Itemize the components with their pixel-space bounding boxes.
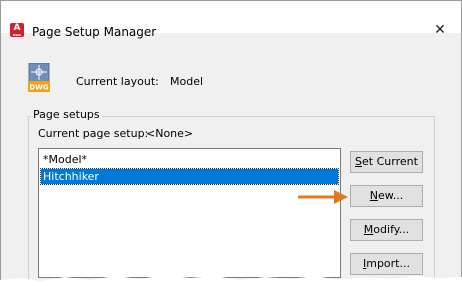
page-setups-list[interactable]: *Model* Hitchhiker: [38, 148, 341, 278]
dwg-icon-label: DWG: [29, 84, 49, 92]
app-icon-sub: DWG: [12, 33, 22, 37]
current-layout-label: Current layout:: [76, 75, 159, 88]
torn-edge: [0, 275, 462, 302]
new-mnemonic: N: [369, 189, 378, 202]
current-layout-value: Model: [170, 75, 204, 88]
dwg-file-icon: DWG: [28, 63, 50, 92]
autocad-app-icon: A DWG: [10, 23, 24, 37]
modify-label: odify...: [373, 223, 410, 236]
page-setups-group-label: Page setups: [31, 108, 102, 121]
set-current-label: et Current: [362, 155, 418, 168]
current-page-setup-label: Current page setup:: [38, 127, 149, 140]
modify-button[interactable]: Modify...: [350, 219, 423, 241]
app-icon-letter: A: [13, 23, 21, 33]
new-label: ew...: [377, 189, 404, 202]
arrow-pointer-icon: [298, 190, 348, 204]
set-current-button[interactable]: Set Current: [350, 151, 423, 173]
window-title: Page Setup Manager: [32, 25, 157, 39]
current-page-setup-value: <None>: [146, 127, 194, 140]
modify-mnemonic: M: [363, 223, 374, 236]
set-current-mnemonic: S: [355, 155, 363, 168]
list-item[interactable]: *Model*: [41, 152, 338, 167]
close-icon[interactable]: ✕: [426, 18, 454, 42]
new-button[interactable]: New...: [350, 185, 423, 207]
list-item-selected[interactable]: Hitchhiker: [40, 168, 339, 185]
